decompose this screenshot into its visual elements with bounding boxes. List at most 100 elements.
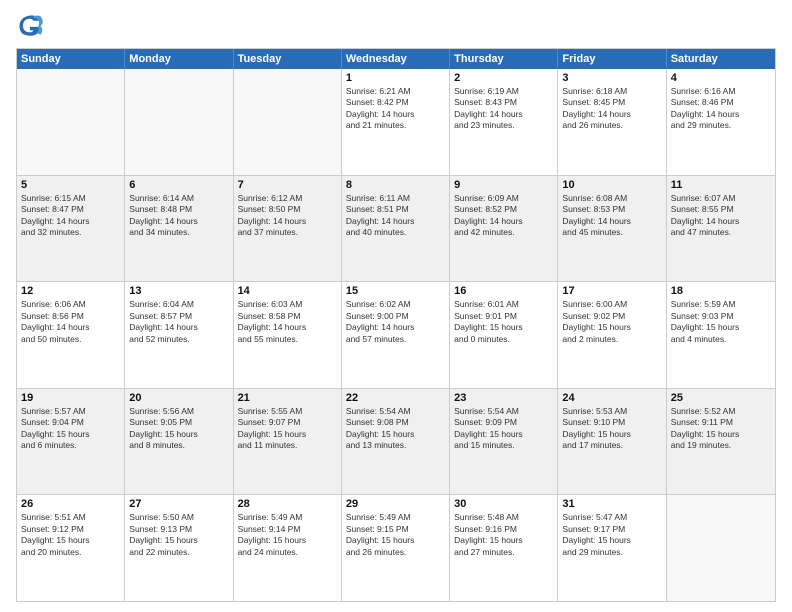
calendar-row: 26 Sunrise: 5:51 AM Sunset: 9:12 PM Dayli… <box>17 495 775 601</box>
day-number: 21 <box>238 392 337 404</box>
day-number: 25 <box>671 392 771 404</box>
calendar-row: 5 Sunrise: 6:15 AM Sunset: 8:47 PM Daylig… <box>17 176 775 283</box>
day-number: 14 <box>238 285 337 297</box>
day-number: 24 <box>562 392 661 404</box>
day-number: 6 <box>129 179 228 191</box>
cell-info: Sunrise: 5:55 AM Sunset: 9:07 PM Dayligh… <box>238 406 337 452</box>
calendar-cell: 30 Sunrise: 5:48 AM Sunset: 9:16 PM Dayli… <box>450 495 558 601</box>
cell-info: Sunrise: 6:01 AM Sunset: 9:01 PM Dayligh… <box>454 299 553 345</box>
cell-info: Sunrise: 5:51 AM Sunset: 9:12 PM Dayligh… <box>21 512 120 558</box>
calendar-cell: 17 Sunrise: 6:00 AM Sunset: 9:02 PM Dayli… <box>558 282 666 388</box>
cell-info: Sunrise: 5:48 AM Sunset: 9:16 PM Dayligh… <box>454 512 553 558</box>
weekday-header: Tuesday <box>234 49 342 69</box>
cell-info: Sunrise: 6:00 AM Sunset: 9:02 PM Dayligh… <box>562 299 661 345</box>
calendar-cell: 20 Sunrise: 5:56 AM Sunset: 9:05 PM Dayli… <box>125 389 233 495</box>
calendar-cell: 28 Sunrise: 5:49 AM Sunset: 9:14 PM Dayli… <box>234 495 342 601</box>
day-number: 10 <box>562 179 661 191</box>
calendar-cell: 8Sunrise: 6:11 AM Sunset: 8:51 PM Daylig… <box>342 176 450 282</box>
calendar-cell: 11Sunrise: 6:07 AM Sunset: 8:55 PM Dayli… <box>667 176 775 282</box>
calendar: SundayMondayTuesdayWednesdayThursdayFrid… <box>16 48 776 602</box>
calendar-cell: 16 Sunrise: 6:01 AM Sunset: 9:01 PM Dayli… <box>450 282 558 388</box>
weekday-header: Sunday <box>17 49 125 69</box>
day-number: 5 <box>21 179 120 191</box>
calendar-body: 1 Sunrise: 6:21 AM Sunset: 8:42 PM Daylig… <box>17 69 775 601</box>
calendar-cell: 5 Sunrise: 6:15 AM Sunset: 8:47 PM Daylig… <box>17 176 125 282</box>
cell-info: Sunrise: 5:52 AM Sunset: 9:11 PM Dayligh… <box>671 406 771 452</box>
calendar-cell: 18 Sunrise: 5:59 AM Sunset: 9:03 PM Dayli… <box>667 282 775 388</box>
logo-icon <box>16 12 44 40</box>
day-number: 20 <box>129 392 228 404</box>
calendar-cell: 19 Sunrise: 5:57 AM Sunset: 9:04 PM Dayli… <box>17 389 125 495</box>
day-number: 30 <box>454 498 553 510</box>
day-number: 3 <box>562 72 661 84</box>
day-number: 28 <box>238 498 337 510</box>
calendar-cell: 2Sunrise: 6:19 AM Sunset: 8:43 PM Daylig… <box>450 69 558 175</box>
day-number: 27 <box>129 498 228 510</box>
calendar-cell <box>234 69 342 175</box>
cell-info: Sunrise: 5:49 AM Sunset: 9:14 PM Dayligh… <box>238 512 337 558</box>
day-number: 12 <box>21 285 120 297</box>
cell-info: Sunrise: 6:15 AM Sunset: 8:47 PM Dayligh… <box>21 193 120 239</box>
cell-info: Sunrise: 6:07 AM Sunset: 8:55 PM Dayligh… <box>671 193 771 239</box>
cell-info: Sunrise: 6:08 AM Sunset: 8:53 PM Dayligh… <box>562 193 661 239</box>
cell-info: Sunrise: 5:54 AM Sunset: 9:09 PM Dayligh… <box>454 406 553 452</box>
weekday-header: Saturday <box>667 49 775 69</box>
calendar-cell: 9 Sunrise: 6:09 AM Sunset: 8:52 PM Daylig… <box>450 176 558 282</box>
calendar-cell: 31 Sunrise: 5:47 AM Sunset: 9:17 PM Dayli… <box>558 495 666 601</box>
weekday-header: Monday <box>125 49 233 69</box>
calendar-cell <box>17 69 125 175</box>
calendar-cell: 12 Sunrise: 6:06 AM Sunset: 8:56 PM Dayli… <box>17 282 125 388</box>
calendar-cell: 26 Sunrise: 5:51 AM Sunset: 9:12 PM Dayli… <box>17 495 125 601</box>
cell-info: Sunrise: 6:18 AM Sunset: 8:45 PM Dayligh… <box>562 86 661 132</box>
day-number: 19 <box>21 392 120 404</box>
day-number: 15 <box>346 285 445 297</box>
header <box>16 12 776 40</box>
day-number: 23 <box>454 392 553 404</box>
day-number: 1 <box>346 72 445 84</box>
cell-info: Sunrise: 5:47 AM Sunset: 9:17 PM Dayligh… <box>562 512 661 558</box>
cell-info: Sunrise: 6:21 AM Sunset: 8:42 PM Dayligh… <box>346 86 445 132</box>
day-number: 31 <box>562 498 661 510</box>
calendar-cell: 13 Sunrise: 6:04 AM Sunset: 8:57 PM Dayli… <box>125 282 233 388</box>
day-number: 18 <box>671 285 771 297</box>
cell-info: Sunrise: 6:09 AM Sunset: 8:52 PM Dayligh… <box>454 193 553 239</box>
calendar-row: 19 Sunrise: 5:57 AM Sunset: 9:04 PM Dayli… <box>17 389 775 496</box>
day-number: 29 <box>346 498 445 510</box>
day-number: 13 <box>129 285 228 297</box>
cell-info: Sunrise: 5:53 AM Sunset: 9:10 PM Dayligh… <box>562 406 661 452</box>
cell-info: Sunrise: 6:04 AM Sunset: 8:57 PM Dayligh… <box>129 299 228 345</box>
calendar-cell: 22Sunrise: 5:54 AM Sunset: 9:08 PM Dayli… <box>342 389 450 495</box>
weekday-header: Wednesday <box>342 49 450 69</box>
calendar-row: 12 Sunrise: 6:06 AM Sunset: 8:56 PM Dayli… <box>17 282 775 389</box>
page: SundayMondayTuesdayWednesdayThursdayFrid… <box>0 0 792 612</box>
cell-info: Sunrise: 6:03 AM Sunset: 8:58 PM Dayligh… <box>238 299 337 345</box>
calendar-header: SundayMondayTuesdayWednesdayThursdayFrid… <box>17 49 775 69</box>
calendar-cell <box>667 495 775 601</box>
calendar-cell: 15 Sunrise: 6:02 AM Sunset: 9:00 PM Dayli… <box>342 282 450 388</box>
calendar-cell: 23 Sunrise: 5:54 AM Sunset: 9:09 PM Dayli… <box>450 389 558 495</box>
cell-info: Sunrise: 6:11 AM Sunset: 8:51 PM Dayligh… <box>346 193 445 239</box>
logo <box>16 12 48 40</box>
cell-info: Sunrise: 6:06 AM Sunset: 8:56 PM Dayligh… <box>21 299 120 345</box>
calendar-cell <box>125 69 233 175</box>
day-number: 9 <box>454 179 553 191</box>
weekday-header: Thursday <box>450 49 558 69</box>
cell-info: Sunrise: 5:54 AM Sunset: 9:08 PM Dayligh… <box>346 406 445 452</box>
calendar-cell: 24 Sunrise: 5:53 AM Sunset: 9:10 PM Dayli… <box>558 389 666 495</box>
calendar-cell: 10 Sunrise: 6:08 AM Sunset: 8:53 PM Dayli… <box>558 176 666 282</box>
cell-info: Sunrise: 5:50 AM Sunset: 9:13 PM Dayligh… <box>129 512 228 558</box>
day-number: 16 <box>454 285 553 297</box>
cell-info: Sunrise: 5:56 AM Sunset: 9:05 PM Dayligh… <box>129 406 228 452</box>
cell-info: Sunrise: 6:14 AM Sunset: 8:48 PM Dayligh… <box>129 193 228 239</box>
calendar-cell: 27 Sunrise: 5:50 AM Sunset: 9:13 PM Dayli… <box>125 495 233 601</box>
cell-info: Sunrise: 6:02 AM Sunset: 9:00 PM Dayligh… <box>346 299 445 345</box>
day-number: 2 <box>454 72 553 84</box>
day-number: 17 <box>562 285 661 297</box>
cell-info: Sunrise: 5:59 AM Sunset: 9:03 PM Dayligh… <box>671 299 771 345</box>
weekday-header: Friday <box>558 49 666 69</box>
cell-info: Sunrise: 5:57 AM Sunset: 9:04 PM Dayligh… <box>21 406 120 452</box>
day-number: 26 <box>21 498 120 510</box>
calendar-cell: 1 Sunrise: 6:21 AM Sunset: 8:42 PM Daylig… <box>342 69 450 175</box>
calendar-cell: 3 Sunrise: 6:18 AM Sunset: 8:45 PM Daylig… <box>558 69 666 175</box>
calendar-cell: 25 Sunrise: 5:52 AM Sunset: 9:11 PM Dayli… <box>667 389 775 495</box>
